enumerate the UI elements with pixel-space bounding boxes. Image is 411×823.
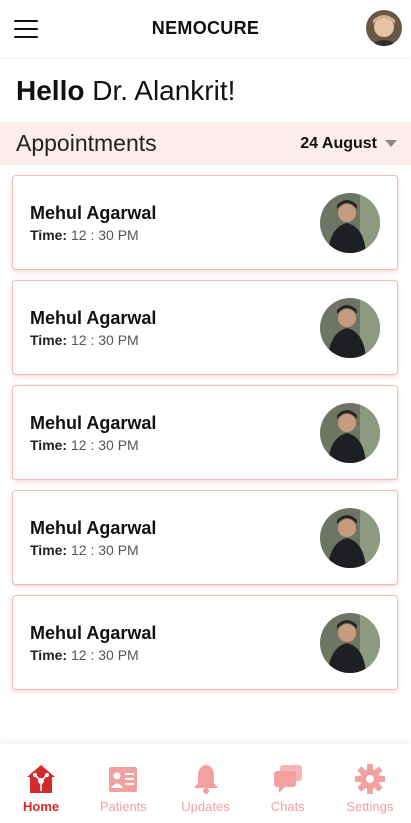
greeting: Hello Dr. Alankrit! — [16, 76, 235, 106]
time-label: Time: — [30, 332, 68, 348]
patient-name: Mehul Agarwal — [30, 203, 157, 223]
patient-avatar — [320, 613, 380, 673]
patient-avatar — [320, 193, 380, 253]
patient-name: Mehul Agarwal — [30, 518, 157, 538]
patient-name: Mehul Agarwal — [30, 308, 157, 328]
appointment-card[interactable]: Mehul Agarwal Time: 12 : 30 PM — [12, 385, 398, 480]
time-value: 12 : 30 PM — [70, 437, 139, 453]
appointment-card[interactable]: Mehul Agarwal Time: 12 : 30 PM — [12, 280, 398, 375]
greeting-hello: Hello — [16, 75, 85, 106]
nav-updates-label: Updates — [181, 799, 230, 814]
appointments-title: Appointments — [16, 130, 157, 156]
patient-avatar — [320, 403, 380, 463]
patient-avatar — [320, 508, 380, 568]
top-bar: NEMOCURE — [0, 0, 411, 57]
appointment-card[interactable]: Mehul Agarwal Time: 12 : 30 PM — [12, 175, 398, 270]
appointment-time: Time: 12 : 30 PM — [30, 542, 139, 558]
nav-chats[interactable]: Chats — [247, 744, 329, 823]
patient-name: Mehul Agarwal — [30, 623, 157, 643]
time-value: 12 : 30 PM — [70, 332, 139, 348]
time-value: 12 : 30 PM — [70, 647, 139, 663]
nav-settings[interactable]: Settings — [329, 744, 411, 823]
nav-home[interactable]: Home — [0, 744, 82, 823]
patient-name: Mehul Agarwal — [30, 413, 157, 433]
nav-home-label: Home — [23, 799, 60, 814]
nav-patients[interactable]: Patients — [82, 744, 164, 823]
date-dropdown[interactable]: 24 August — [300, 135, 397, 153]
appointment-time: Time: 12 : 30 PM — [30, 227, 139, 243]
caret-down-icon — [385, 140, 397, 147]
nav-chats-label: Chats — [270, 799, 305, 814]
app-title: NEMOCURE — [151, 18, 260, 38]
appointment-card[interactable]: Mehul Agarwal Time: 12 : 30 PM — [12, 490, 398, 585]
appointment-card[interactable]: Mehul Agarwal Time: 12 : 30 PM — [12, 595, 398, 690]
time-label: Time: — [30, 647, 68, 663]
time-label: Time: — [30, 542, 68, 558]
date-dropdown-value: 24 August — [300, 134, 377, 152]
nav-updates[interactable]: Updates — [164, 744, 246, 823]
time-label: Time: — [30, 227, 68, 243]
appointment-time: Time: 12 : 30 PM — [30, 437, 139, 453]
bell-icon — [193, 765, 218, 794]
home-icon — [27, 765, 56, 793]
appointments-header: Appointments 24 August — [0, 122, 411, 165]
time-value: 12 : 30 PM — [70, 227, 139, 243]
app-root: NEMOCURE Hello Dr. Alankrit! Appointment… — [0, 0, 411, 823]
time-value: 12 : 30 PM — [70, 542, 139, 558]
nav-settings-label: Settings — [346, 799, 394, 814]
appointment-time: Time: 12 : 30 PM — [30, 647, 139, 663]
time-label: Time: — [30, 437, 68, 453]
patients-icon — [109, 767, 138, 792]
appointment-time: Time: 12 : 30 PM — [30, 332, 139, 348]
bottom-nav: Home Patients Updates Chats Settings — [0, 744, 411, 823]
nav-patients-label: Patients — [99, 799, 147, 814]
chat-icon — [273, 765, 302, 793]
greeting-doctor-name: Dr. Alankrit! — [92, 75, 236, 106]
gear-icon — [354, 764, 385, 794]
patient-avatar — [320, 298, 380, 358]
hamburger-menu-icon[interactable] — [14, 20, 38, 38]
profile-avatar[interactable] — [366, 10, 402, 46]
